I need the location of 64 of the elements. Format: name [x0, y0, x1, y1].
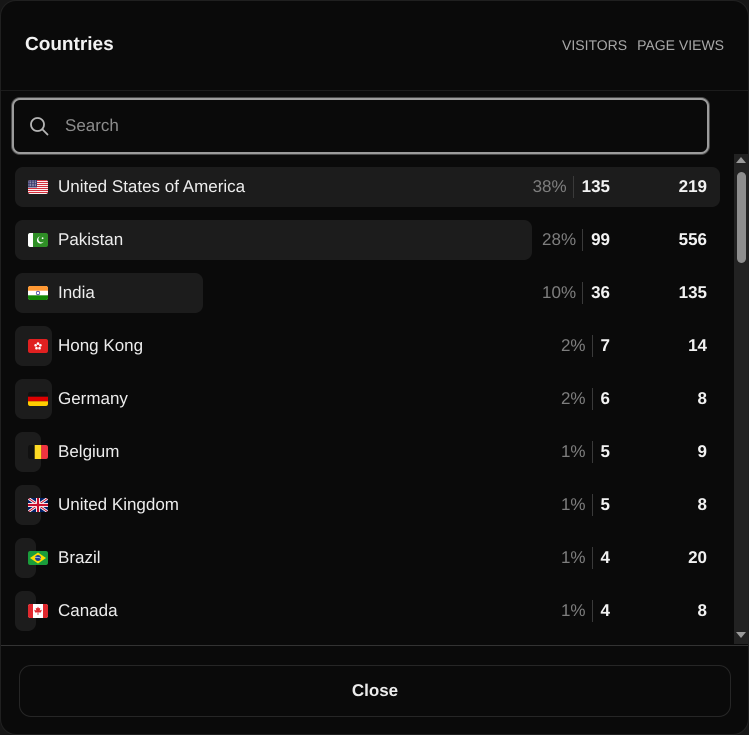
share-percent: 1%: [560, 547, 586, 570]
visitors-count: 135: [572, 176, 610, 198]
scrollbar-thumb[interactable]: [736, 172, 746, 263]
country-row[interactable]: India 10% 36 135: [15, 273, 720, 313]
country-name: Hong Kong: [58, 335, 144, 358]
scroll-up-icon[interactable]: [736, 157, 746, 163]
page-views-count: 9: [696, 441, 707, 464]
close-button[interactable]: Close: [19, 665, 731, 717]
column-header[interactable]: PAGE VIEWS: [637, 35, 724, 56]
country-row[interactable]: Pakistan 28% 99 556: [15, 220, 720, 260]
scrollbar-track[interactable]: [734, 154, 748, 644]
country-name: Brazil: [58, 547, 101, 570]
dialog-title: Countries: [25, 33, 114, 58]
visitors-count: 4: [592, 547, 610, 569]
share-percent: 1%: [560, 600, 586, 622]
visitors-count: 6: [592, 388, 610, 410]
flag-icon: [28, 498, 48, 512]
page-views-count: 8: [696, 388, 707, 410]
country-row[interactable]: Hong Kong 2% 7 14: [15, 326, 720, 366]
country-row[interactable]: Belgium 1% 5 9: [15, 432, 720, 472]
visitors-count: 5: [592, 494, 610, 516]
visitors-count: 7: [592, 335, 610, 357]
flag-icon: [28, 286, 48, 300]
share-percent: 2%: [560, 335, 586, 358]
page-views-count: 219: [678, 176, 707, 198]
share-percent: 1%: [560, 494, 586, 516]
share-percent: 28%: [542, 229, 576, 252]
visitors-count: 36: [582, 282, 610, 304]
country-name: Germany: [58, 388, 128, 410]
country-row[interactable]: United States of America 38% 135 219: [15, 167, 720, 207]
page-views-count: 14: [687, 335, 707, 358]
flag-icon: [28, 180, 48, 194]
country-row[interactable]: Canada 1% 4 8: [15, 591, 720, 631]
visitors-count: 5: [592, 441, 610, 463]
country-name: Belgium: [58, 441, 120, 464]
country-row[interactable]: Germany 2% 6 8: [15, 379, 720, 419]
flag-icon: [28, 604, 48, 618]
visitors-count: 4: [592, 600, 610, 622]
flag-icon: [28, 445, 48, 459]
search-icon: [29, 116, 49, 136]
page-views-count: 135: [678, 282, 707, 304]
page-views-count: 8: [696, 494, 707, 516]
search-field[interactable]: Search: [12, 98, 709, 154]
country-name: United Kingdom: [58, 494, 179, 516]
country-row[interactable]: Brazil 1% 4 20: [15, 538, 720, 578]
flag-icon: [28, 233, 48, 247]
share-percent: 38%: [532, 176, 567, 198]
share-percent: 10%: [542, 282, 576, 304]
country-row[interactable]: United Kingdom 1% 5 8: [15, 485, 720, 525]
country-name: Pakistan: [58, 229, 124, 252]
country-name: Canada: [58, 600, 118, 622]
country-name: United States of America: [58, 176, 246, 198]
share-percent: 1%: [560, 441, 586, 464]
share-percent: 2%: [560, 388, 586, 410]
column-header[interactable]: VISITORS: [562, 35, 628, 56]
page-views-count: 8: [696, 600, 707, 622]
visitors-count: 99: [582, 229, 610, 251]
flag-icon: [28, 392, 48, 406]
page-views-count: 20: [687, 547, 707, 570]
flag-icon: [28, 551, 48, 565]
scroll-down-icon[interactable]: [736, 632, 746, 638]
country-name: India: [58, 282, 95, 304]
page-views-count: 556: [678, 229, 707, 252]
flag-icon: [28, 339, 48, 353]
